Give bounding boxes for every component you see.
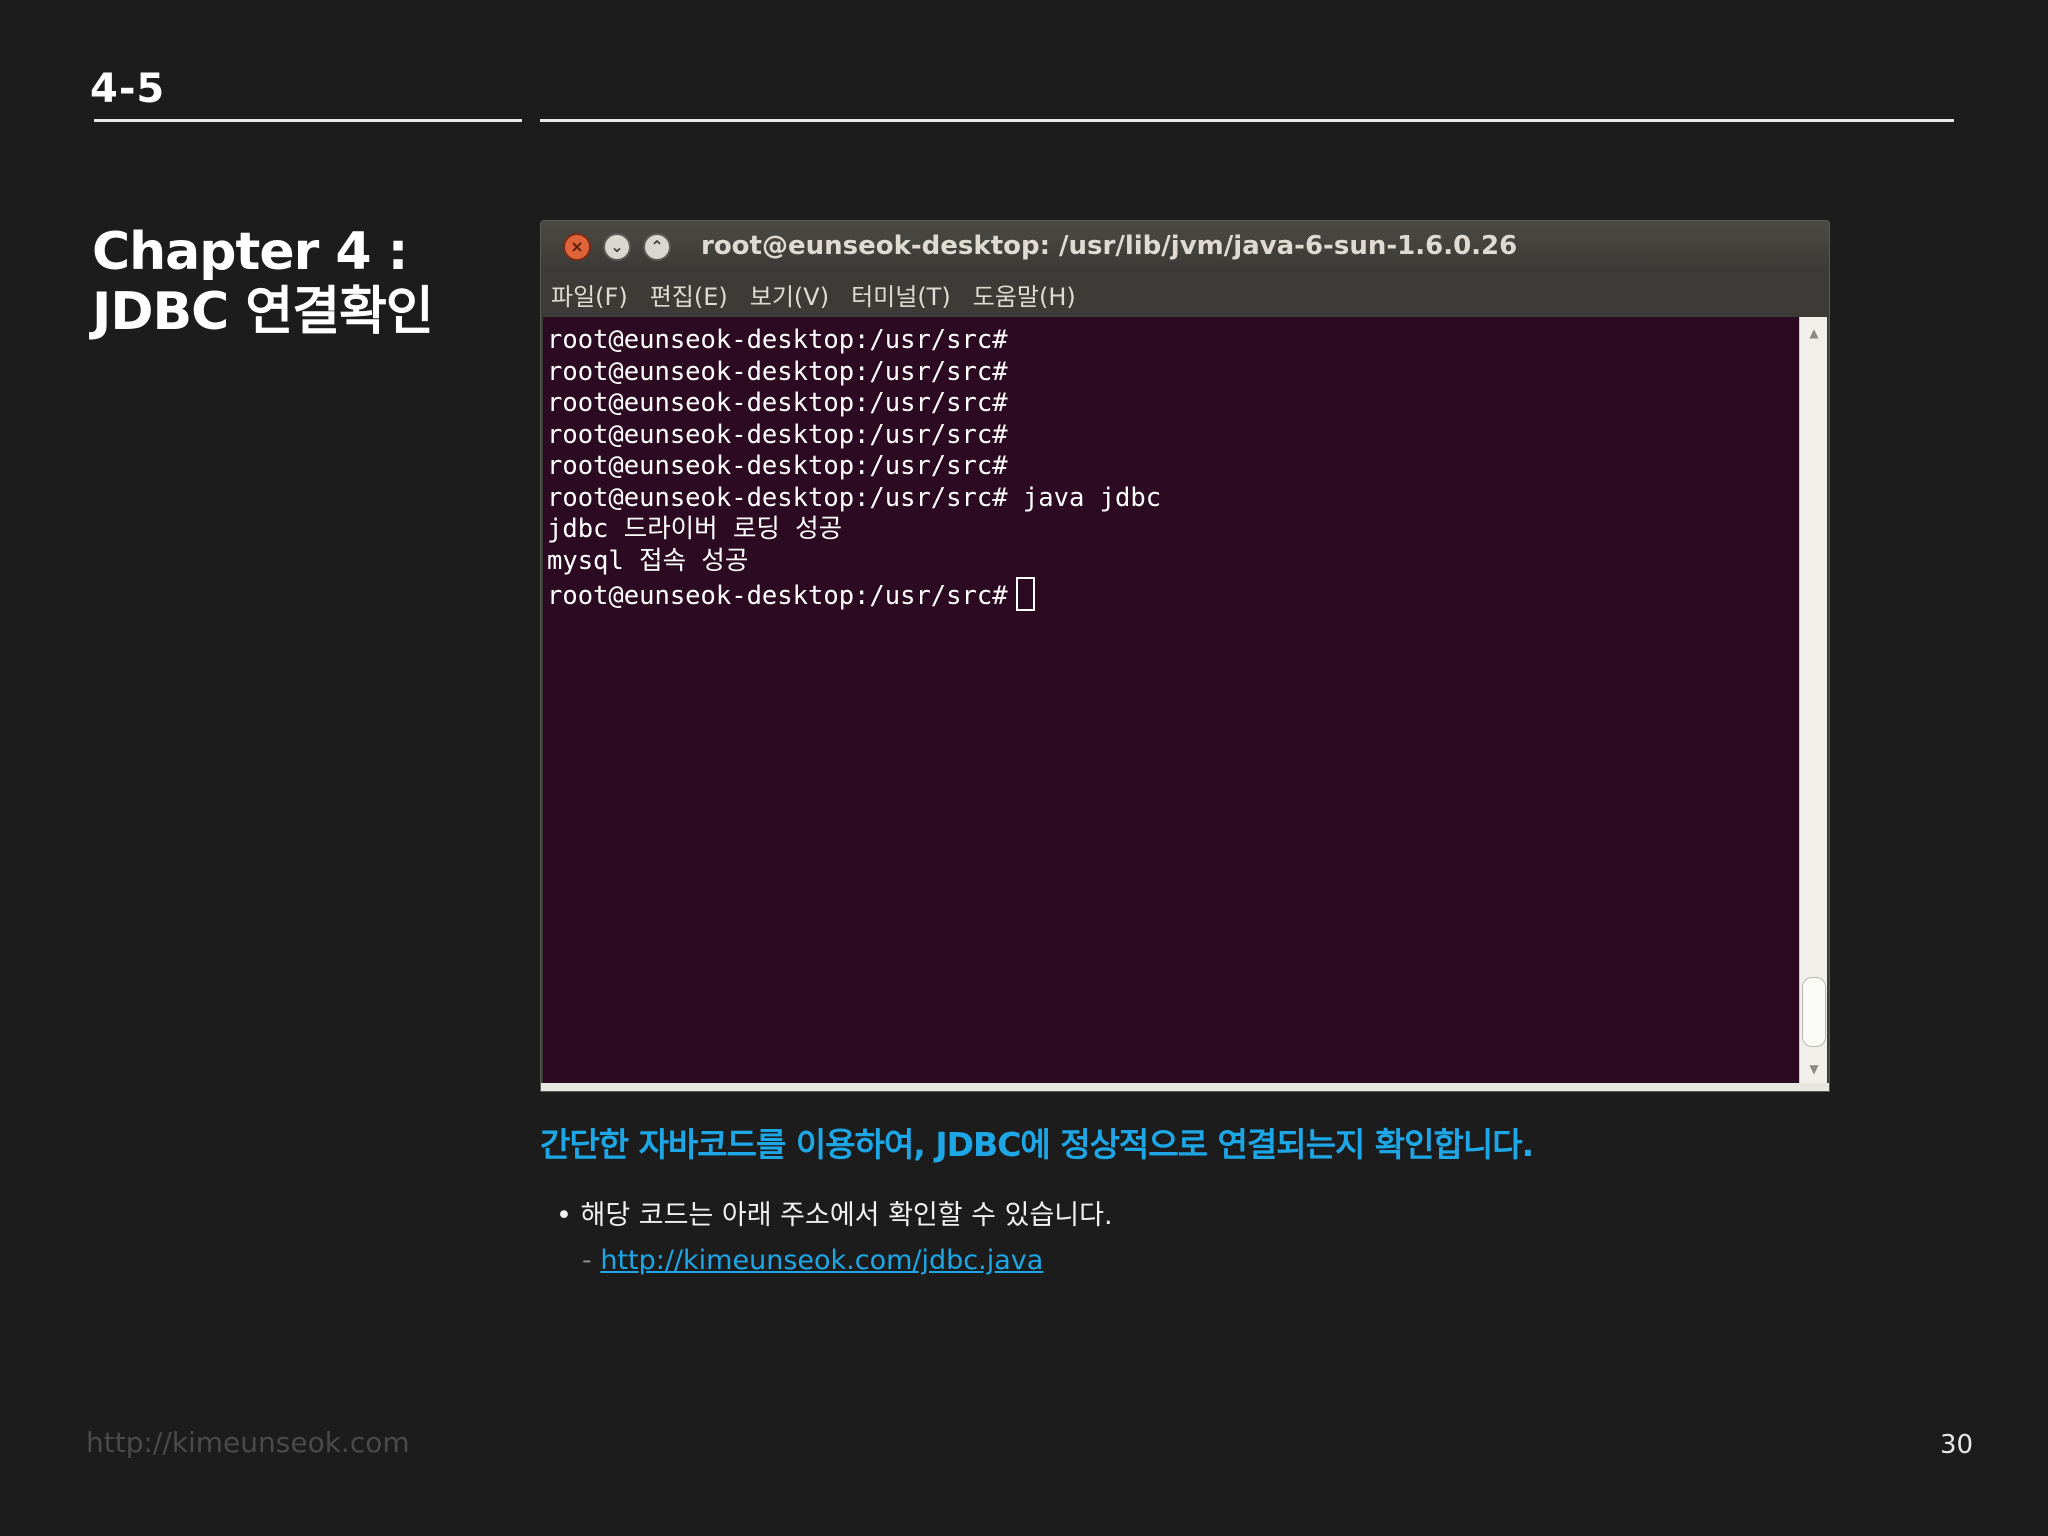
terminal-line: root@eunseok-desktop:/usr/src# <box>547 325 1008 355</box>
footer-url: http://kimeunseok.com <box>86 1426 410 1459</box>
terminal-line: mysql 접속 성공 <box>547 545 749 576</box>
terminal-menubar: 파일(F) 편집(E) 보기(V) 터미널(T) 도움말(H) <box>541 271 1829 317</box>
header-rule-right <box>540 119 1954 122</box>
terminal-line: root@eunseok-desktop:/usr/src# java jdbc <box>547 482 1162 513</box>
scroll-up-icon[interactable]: ▲ <box>1800 321 1828 345</box>
terminal-line: root@eunseok-desktop:/usr/src# <box>547 356 1008 387</box>
terminal-cursor <box>1015 577 1035 611</box>
terminal-prompt-line: root@eunseok-desktop:/usr/src# <box>547 577 1799 611</box>
scroll-thumb[interactable] <box>1802 977 1826 1047</box>
code-link[interactable]: http://kimeunseok.com/jdbc.java <box>600 1245 1043 1276</box>
section-number: 4-5 <box>90 66 166 112</box>
terminal-line: root@eunseok-desktop:/usr/src# <box>547 388 1008 418</box>
close-icon[interactable]: × <box>563 233 591 261</box>
slide-caption: 간단한 자바코드를 이용하여, JDBC에 정상적으로 연결되는지 확인합니다. <box>540 1125 1534 1164</box>
menu-view[interactable]: 보기(V) <box>750 277 829 312</box>
terminal-bottom-border <box>541 1083 1829 1091</box>
scroll-down-icon[interactable]: ▼ <box>1800 1057 1828 1081</box>
terminal-line: jdbc 드라이버 로딩 성공 <box>547 514 843 544</box>
terminal-line: root@eunseok-desktop:/usr/src# <box>547 451 1008 481</box>
page-number: 30 <box>1940 1430 1974 1460</box>
terminal-output[interactable]: root@eunseok-desktop:/usr/src# root@euns… <box>543 317 1799 1083</box>
terminal-scrollbar[interactable]: ▲ ▼ <box>1799 317 1827 1083</box>
header-rule-left <box>94 119 522 122</box>
chapter-title-line-2: JDBC 연결확인 <box>92 282 434 342</box>
chapter-title-line-1: Chapter 4 : <box>92 222 408 282</box>
chapter-title: Chapter 4 : JDBC 연결확인 <box>92 222 434 342</box>
menu-file[interactable]: 파일(F) <box>551 277 628 312</box>
menu-terminal[interactable]: 터미널(T) <box>851 277 951 312</box>
maximize-icon[interactable]: ⌃ <box>643 233 671 261</box>
menu-help[interactable]: 도움말(H) <box>973 277 1076 312</box>
bullet-text: • 해당 코드는 아래 주소에서 확인할 수 있습니다. <box>556 1200 1113 1231</box>
terminal-titlebar[interactable]: × ⌄ ⌃ root@eunseok-desktop: /usr/lib/jvm… <box>541 221 1829 271</box>
menu-edit[interactable]: 편집(E) <box>650 277 728 312</box>
window-title: root@eunseok-desktop: /usr/lib/jvm/java-… <box>701 231 1518 261</box>
terminal-window: × ⌄ ⌃ root@eunseok-desktop: /usr/lib/jvm… <box>540 220 1830 1092</box>
minimize-icon[interactable]: ⌄ <box>603 233 631 261</box>
link-prefix: - <box>582 1245 601 1276</box>
terminal-prompt: root@eunseok-desktop:/usr/src# <box>547 581 1008 611</box>
terminal-line: root@eunseok-desktop:/usr/src# <box>547 419 1008 450</box>
link-line: - http://kimeunseok.com/jdbc.java <box>582 1245 1043 1276</box>
